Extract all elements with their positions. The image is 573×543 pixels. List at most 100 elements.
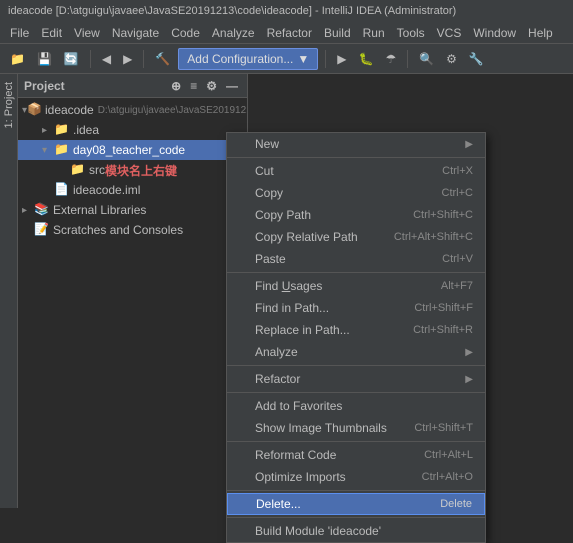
panel-add-icon[interactable]: ⊕ [168,78,184,94]
toolbar: 📁 💾 🔄 ◀ ▶ 🔨 Add Configuration... ▼ ▶ 🐛 ☂… [0,44,573,74]
tree-item-idea[interactable]: ▸ 📁 .idea [18,120,247,140]
add-config-label: Add Configuration... [187,52,293,66]
menu-build[interactable]: Build [318,24,357,42]
ctx-analyze-arrow: ▶ [465,347,473,358]
extlibs-label: External Libraries [53,203,146,217]
toolbar-settings-btn[interactable]: 🔧 [465,48,488,70]
ctx-sep-6 [227,490,485,491]
ctx-paste[interactable]: Paste Ctrl+V [227,248,485,270]
arrow-idea: ▸ [42,125,54,136]
ctx-refactor-label: Refactor [255,372,461,386]
toolbar-coverage-btn[interactable]: ☂ [381,48,400,70]
ctx-reformat-code[interactable]: Reformat Code Ctrl+Alt+L [227,444,485,466]
toolbar-gear-btn[interactable]: ⚙ [442,48,461,70]
iml-icon: 📄 [54,182,70,198]
separator-1 [90,50,91,68]
arrow-extlibs: ▸ [22,205,34,216]
ctx-refactor[interactable]: Refactor ▶ [227,368,485,390]
iml-label: ideacode.iml [73,183,140,197]
menu-navigate[interactable]: Navigate [106,24,165,42]
ctx-delete-label: Delete... [256,497,420,511]
scratches-label: Scratches and Consoles [53,223,183,237]
ctx-find-usages-label: Find Usages [255,279,421,293]
toolbar-debug-btn[interactable]: 🐛 [354,48,377,70]
toolbar-forward-btn[interactable]: ▶ [119,48,136,70]
toolbar-search-btn[interactable]: 🔍 [415,48,438,70]
ctx-copy-path[interactable]: Copy Path Ctrl+Shift+C [227,204,485,226]
ctx-build-module[interactable]: Build Module 'ideacode' [227,520,485,542]
ctx-delete[interactable]: Delete... Delete [227,493,485,515]
toolbar-open-btn[interactable]: 📁 [6,48,29,70]
ctx-find-usages[interactable]: Find Usages Alt+F7 [227,275,485,297]
ctx-optimize-label: Optimize Imports [255,470,402,484]
ctx-find-in-path-shortcut: Ctrl+Shift+F [414,302,473,314]
ctx-paste-label: Paste [255,252,422,266]
menu-refactor[interactable]: Refactor [261,24,318,42]
ctx-copy-path-label: Copy Path [255,208,393,222]
ctx-optimize-imports[interactable]: Optimize Imports Ctrl+Alt+O [227,466,485,488]
ctx-show-thumbnails-shortcut: Ctrl+Shift+T [414,422,473,434]
module-icon: 📦 [27,102,42,118]
tree-item-ideacode[interactable]: ▾ 📦 ideacode D:\atguigu\javaee\JavaSE201… [18,100,247,120]
menu-code[interactable]: Code [165,24,206,42]
toolbar-back-btn[interactable]: ◀ [98,48,115,70]
separator-2 [143,50,144,68]
separator-4 [407,50,408,68]
menu-vcs[interactable]: VCS [431,24,468,42]
ctx-show-thumbnails-label: Show Image Thumbnails [255,421,394,435]
side-tab[interactable]: 1: Project [0,74,18,508]
context-menu: New ▶ Cut Ctrl+X Copy Ctrl+C Copy Path C… [226,132,486,543]
ctx-show-thumbnails[interactable]: Show Image Thumbnails Ctrl+Shift+T [227,417,485,439]
toolbar-save-btn[interactable]: 💾 [33,48,56,70]
ctx-cut[interactable]: Cut Ctrl+X [227,160,485,182]
ctx-sep-5 [227,441,485,442]
ctx-copy-relative-label: Copy Relative Path [255,230,374,244]
tree-item-scratches[interactable]: 📝 Scratches and Consoles [18,220,247,240]
toolbar-hammer-btn[interactable]: 🔨 [151,48,174,70]
ctx-replace-in-path[interactable]: Replace in Path... Ctrl+Shift+R [227,319,485,341]
ctx-copy[interactable]: Copy Ctrl+C [227,182,485,204]
cn-annotation: 模块名上右键 [105,162,177,179]
panel-list-icon[interactable]: ≡ [187,78,200,94]
panel-gear-icon[interactable]: ⚙ [203,78,220,94]
folder-icon-day08: 📁 [54,142,70,158]
ctx-find-in-path[interactable]: Find in Path... Ctrl+Shift+F [227,297,485,319]
ctx-copy-relative-path[interactable]: Copy Relative Path Ctrl+Alt+Shift+C [227,226,485,248]
ctx-refactor-arrow: ▶ [465,374,473,385]
add-configuration-button[interactable]: Add Configuration... ▼ [178,48,318,70]
tree-item-extlibs[interactable]: ▸ 📚 External Libraries [18,200,247,220]
panel-title: Project [24,79,65,93]
menu-edit[interactable]: Edit [35,24,68,42]
separator-3 [325,50,326,68]
ctx-analyze[interactable]: Analyze ▶ [227,341,485,363]
ctx-copy-path-shortcut: Ctrl+Shift+C [413,209,473,221]
ctx-analyze-label: Analyze [255,345,461,359]
ctx-new[interactable]: New ▶ [227,133,485,155]
ctx-delete-shortcut: Delete [440,498,472,510]
menu-help[interactable]: Help [522,24,559,42]
ctx-add-favorites[interactable]: Add to Favorites [227,395,485,417]
menu-view[interactable]: View [68,24,106,42]
ctx-reformat-label: Reformat Code [255,448,404,462]
menu-analyze[interactable]: Analyze [206,24,261,42]
panel-minimize-icon[interactable]: — [223,78,241,94]
title-bar: ideacode [D:\atguigu\javaee\JavaSE201912… [0,0,573,22]
menu-file[interactable]: File [4,24,35,42]
tree-item-day08[interactable]: ▾ 📁 day08_teacher_code [18,140,247,160]
toolbar-run-btn[interactable]: ▶ [333,48,350,70]
ctx-replace-in-path-label: Replace in Path... [255,323,393,337]
project-tab-label[interactable]: 1: Project [1,78,17,132]
ctx-sep-3 [227,365,485,366]
menu-tools[interactable]: Tools [391,24,431,42]
menu-run[interactable]: Run [357,24,391,42]
ctx-replace-in-path-shortcut: Ctrl+Shift+R [413,324,473,336]
ctx-copy-relative-shortcut: Ctrl+Alt+Shift+C [394,231,473,243]
panel-header: Project ⊕ ≡ ⚙ — [18,74,247,98]
ctx-copy-shortcut: Ctrl+C [442,187,473,199]
tree-item-src[interactable]: 📁 src 模块名上右键 [18,160,247,180]
menu-window[interactable]: Window [467,24,522,42]
ctx-sep-4 [227,392,485,393]
ctx-find-usages-shortcut: Alt+F7 [441,280,473,292]
tree-item-iml[interactable]: 📄 ideacode.iml [18,180,247,200]
toolbar-refresh-btn[interactable]: 🔄 [60,48,83,70]
